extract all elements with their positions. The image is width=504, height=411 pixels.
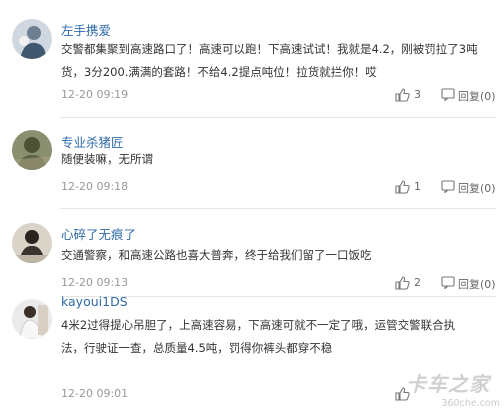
reply-icon bbox=[441, 276, 455, 289]
reply-label: 回复(0) bbox=[458, 182, 496, 195]
reply-label: 回复(0) bbox=[458, 278, 496, 291]
comment-item: 心碎了无痕了 交通警察，和高速公路也喜大普奔，终于给我们留了一口饭吃 12-20… bbox=[0, 209, 504, 291]
avatar[interactable] bbox=[12, 19, 52, 59]
comment-text-line: 随便装嘛，无所谓 bbox=[61, 152, 153, 166]
timestamp: 12-20 09:13 bbox=[61, 276, 129, 289]
comment-item: kayoui1DS 4米2过得提心吊胆了，上高速容易，下高速可就不一定了哦，运管… bbox=[0, 294, 504, 411]
comment-actions: 3 回复(0) bbox=[395, 87, 496, 103]
thumbs-up-icon bbox=[395, 180, 410, 194]
reply-icon bbox=[441, 180, 455, 193]
comment-text-line: 4米2过得提心吊胆了，上高速容易，下高速可就不一定了哦，运管交警联合执 bbox=[61, 318, 456, 332]
comment-text-line: 交警都集聚到高速路口了！高速可以跑！下高速试试！我就是4.2，刚被罚拉了3吨 bbox=[61, 42, 478, 56]
reply-button[interactable]: 回复(0) bbox=[441, 179, 496, 195]
timestamp: 12-20 09:01 bbox=[61, 387, 129, 400]
comment-item: 左手携爱 交警都集聚到高速路口了！高速可以跑！下高速试试！我就是4.2，刚被罚拉… bbox=[0, 0, 504, 118]
like-button[interactable] bbox=[395, 386, 431, 402]
comment-item: 专业杀猪匠 随便装嘛，无所谓 12-20 09:18 1 回复(0) bbox=[0, 118, 504, 208]
timestamp: 12-20 09:19 bbox=[61, 88, 129, 101]
like-count: 1 bbox=[414, 180, 421, 193]
username[interactable]: 心碎了无痕了 bbox=[61, 224, 136, 243]
comment-text: 交警都集聚到高速路口了！高速可以跑！下高速试试！我就是4.2，刚被罚拉了3吨 货… bbox=[61, 38, 493, 84]
comment-text: 交通警察，和高速公路也喜大普奔，终于给我们留了一口饭吃 bbox=[61, 244, 493, 267]
avatar[interactable] bbox=[12, 223, 52, 263]
like-count: 3 bbox=[414, 88, 421, 101]
like-button[interactable]: 1 bbox=[395, 179, 431, 195]
comment-actions: 1 回复(0) bbox=[395, 179, 496, 195]
reply-label: 回复(0) bbox=[458, 90, 496, 103]
thumbs-up-icon bbox=[395, 276, 410, 290]
comment-text-line: 交通警察，和高速公路也喜大普奔，终于给我们留了一口饭吃 bbox=[61, 248, 372, 262]
thumbs-up-icon bbox=[395, 387, 410, 401]
avatar[interactable] bbox=[12, 299, 52, 339]
username[interactable]: 左手携爱 bbox=[61, 20, 111, 39]
timestamp: 12-20 09:18 bbox=[61, 180, 129, 193]
like-button[interactable]: 2 bbox=[395, 275, 431, 291]
comment-text-line: 货，3分200.满满的套路！不给4.2提点吨位！拉货就拦你！哎 bbox=[61, 65, 377, 79]
reply-button[interactable]: 回复(0) bbox=[441, 87, 496, 103]
username[interactable]: kayoui1DS bbox=[61, 294, 128, 309]
comment-actions bbox=[395, 386, 495, 402]
comment-text: 随便装嘛，无所谓 bbox=[61, 148, 493, 171]
avatar[interactable] bbox=[12, 130, 52, 170]
comment-actions: 2 回复(0) bbox=[395, 275, 496, 291]
like-button[interactable]: 3 bbox=[395, 87, 431, 103]
thumbs-up-icon bbox=[395, 88, 410, 102]
comment-text-line: 法，行驶证一查，总质量4.5吨，罚得你裤头都穿不稳 bbox=[61, 341, 333, 355]
comment-text: 4米2过得提心吊胆了，上高速容易，下高速可就不一定了哦，运管交警联合执 法，行驶… bbox=[61, 314, 493, 360]
reply-icon bbox=[441, 88, 455, 101]
reply-button[interactable]: 回复(0) bbox=[441, 275, 496, 291]
like-count: 2 bbox=[414, 276, 421, 289]
